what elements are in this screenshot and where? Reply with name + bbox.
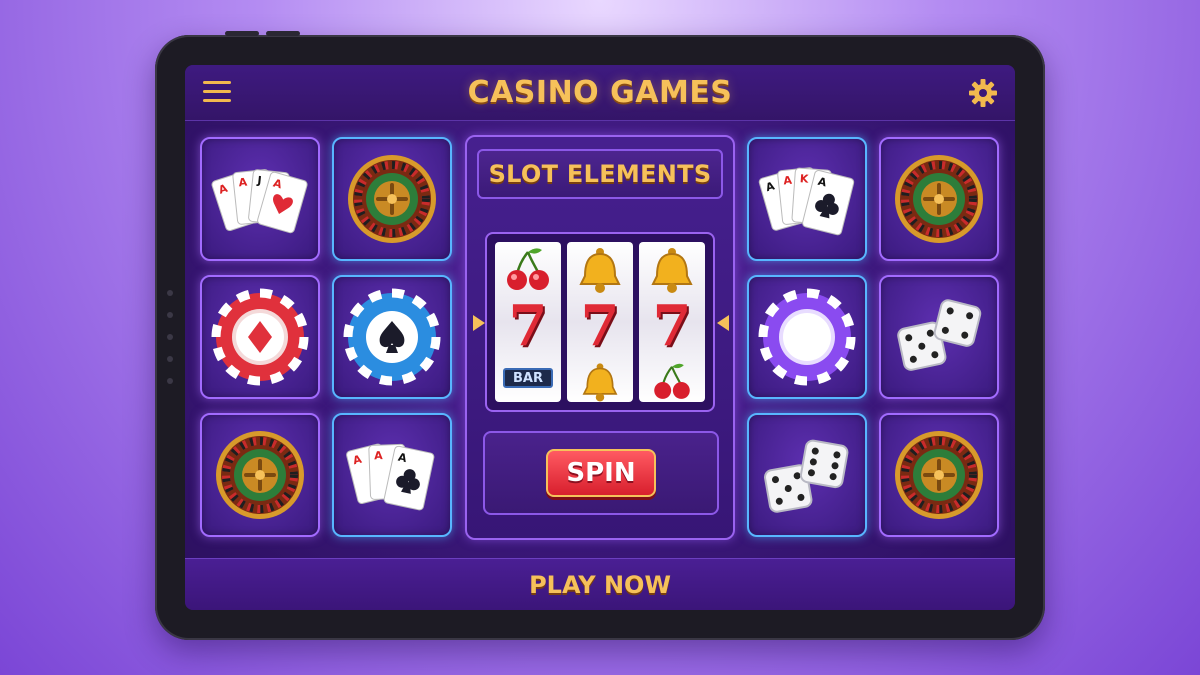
tablet-side-dot (167, 334, 173, 340)
tile-poker-chip[interactable] (332, 275, 452, 399)
bar-symbol-text: BAR (513, 370, 543, 386)
roulette-wheel-icon (348, 155, 436, 243)
spin-area: SPIN (483, 431, 719, 515)
slot-elements-label-box: SLOT ELEMENTS (477, 149, 723, 199)
cherry-icon (654, 363, 690, 399)
tile-playing-cards[interactable]: A A A (332, 413, 452, 537)
slot-reel: 7 (567, 242, 633, 402)
page-title: CASINO GAMES (467, 75, 733, 110)
slot-reel: 7 BAR (495, 242, 561, 402)
seven-symbol: 7 (580, 293, 620, 359)
tile-roulette[interactable] (332, 137, 452, 261)
dice-icon (764, 439, 849, 513)
tablet-side-dot (167, 290, 173, 296)
playing-cards-clubs-icon: A A A (346, 443, 435, 511)
poker-chip-diamond-icon (211, 288, 309, 386)
bar-symbol: BAR (503, 368, 553, 388)
tile-playing-cards[interactable]: A A J A (200, 137, 320, 261)
dice-icon (897, 299, 982, 371)
tile-dice[interactable] (747, 413, 867, 537)
slot-elements-label: SLOT ELEMENTS (488, 160, 712, 188)
bell-icon (582, 363, 618, 402)
bell-icon (651, 248, 693, 293)
tile-roulette[interactable] (879, 137, 999, 261)
tile-playing-cards[interactable]: A A K A (747, 137, 867, 261)
slot-panel: SLOT ELEMENTS 7 BAR 7 7 SPIN (465, 135, 735, 540)
tile-poker-chip[interactable] (747, 275, 867, 399)
playing-cards-clubs-icon: A A K A (758, 167, 855, 236)
slot-reel: 7 (639, 242, 705, 402)
tile-poker-chip[interactable] (200, 275, 320, 399)
hamburger-menu-icon[interactable] (203, 81, 231, 105)
svg-text:K: K (799, 172, 809, 186)
reel-right-arrow-icon (717, 315, 729, 331)
tablet-side-dot (167, 356, 173, 362)
tablet-top-button (225, 31, 259, 36)
tablet-top-button (266, 31, 300, 36)
slot-reels: 7 BAR 7 7 (485, 232, 715, 412)
play-now-button[interactable]: PLAY NOW (185, 558, 1015, 610)
playing-cards-icon: A A J A (211, 169, 308, 234)
reel-left-arrow-icon (473, 315, 485, 331)
bell-icon (579, 248, 621, 293)
spin-button[interactable]: SPIN (546, 449, 656, 497)
tablet-side-dot (167, 312, 173, 318)
roulette-wheel-icon (895, 431, 983, 519)
cherry-icon (507, 248, 549, 290)
seven-symbol: 7 (508, 293, 548, 359)
seven-symbol: 7 (652, 293, 692, 359)
tablet-side-dot (167, 378, 173, 384)
tile-roulette[interactable] (879, 413, 999, 537)
roulette-wheel-icon (895, 155, 983, 243)
tile-dice[interactable] (879, 275, 999, 399)
roulette-wheel-icon (216, 431, 304, 519)
gear-icon[interactable] (967, 77, 999, 109)
app-header: CASINO GAMES (185, 65, 1015, 121)
svg-text:A: A (374, 449, 383, 462)
play-now-label: PLAY NOW (529, 570, 671, 599)
poker-chip-spade-icon (343, 288, 441, 386)
tile-roulette[interactable] (200, 413, 320, 537)
poker-chip-purple-icon (758, 288, 856, 386)
app-screen: CASINO GAMES A A J A A A A SLOT ELEMENTS… (185, 65, 1015, 610)
